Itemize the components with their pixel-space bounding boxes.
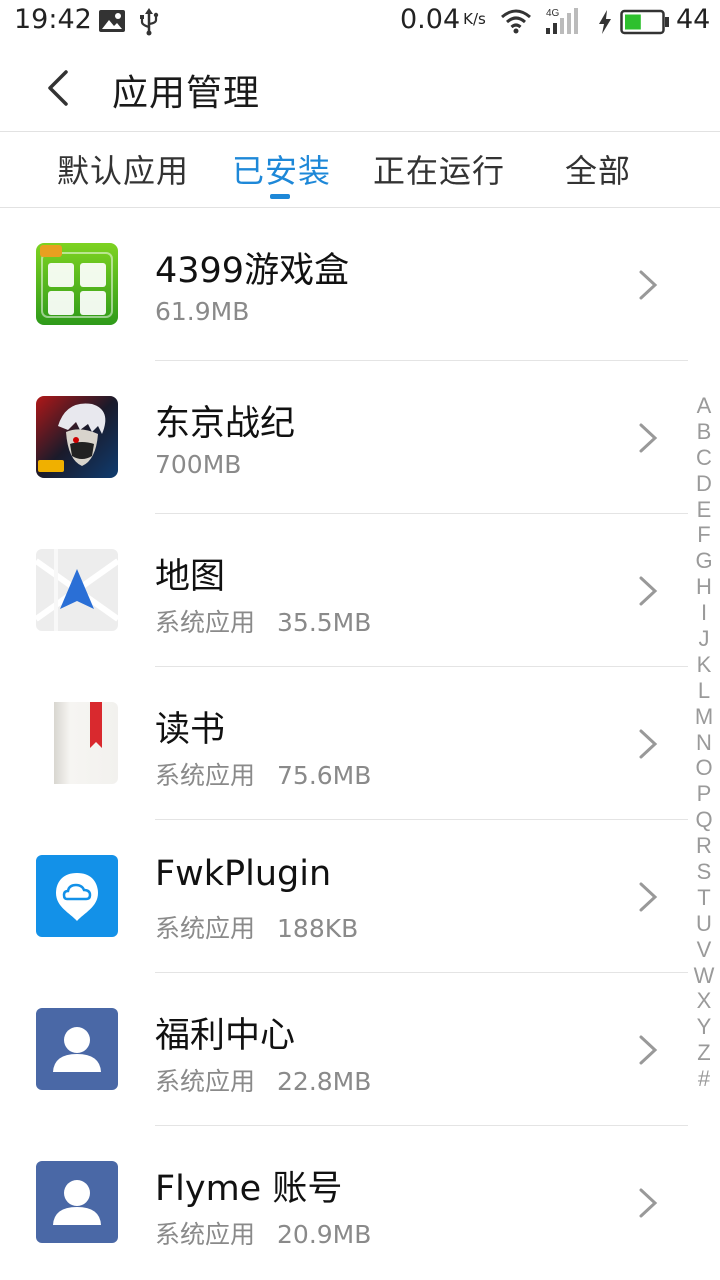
app-name: 地图 — [155, 557, 226, 597]
index-letter[interactable]: L — [690, 678, 718, 704]
app-name: 福利中心 — [155, 1016, 296, 1056]
app-name: 东京战纪 — [155, 404, 296, 444]
app-name: FwkPlugin — [155, 854, 332, 894]
index-letter[interactable]: N — [690, 730, 718, 756]
index-letter[interactable]: V — [690, 937, 718, 963]
tab-default-apps[interactable]: 默认应用 — [57, 146, 189, 192]
index-letter[interactable]: E — [690, 497, 718, 523]
index-letter[interactable]: J — [690, 626, 718, 652]
4399-game-box-icon — [36, 243, 118, 325]
index-letter[interactable]: P — [690, 781, 718, 807]
list-item[interactable]: FwkPlugin 系统应用 188KB — [0, 820, 690, 973]
list-item[interactable]: 4399游戏盒 61.9MB — [0, 208, 690, 361]
image-icon — [98, 8, 126, 38]
user-avatar-icon — [36, 1008, 118, 1090]
index-letter[interactable]: D — [690, 471, 718, 497]
tab-all[interactable]: 全部 — [565, 146, 631, 192]
list-item[interactable]: 东京战纪 700MB — [0, 361, 690, 514]
index-letter[interactable]: K — [690, 652, 718, 678]
list-item[interactable]: 读书 系统应用 75.6MB — [0, 667, 690, 820]
app-details: 系统应用 35.5MB — [155, 608, 372, 637]
status-bar: 19:42 0.04 K/s 4G 44 — [0, 0, 720, 44]
signal-label: 4G — [546, 8, 560, 19]
chevron-right-icon — [639, 423, 658, 453]
list-item[interactable]: 地图 系统应用 35.5MB — [0, 514, 690, 667]
network-speed: 0.04 K/s — [400, 4, 486, 35]
index-letter[interactable]: Q — [690, 807, 718, 833]
app-details: 700MB — [155, 450, 242, 479]
usb-icon — [138, 8, 160, 40]
index-letter[interactable]: B — [690, 419, 718, 445]
app-details: 61.9MB — [155, 297, 250, 326]
index-letter[interactable]: # — [690, 1066, 718, 1092]
book-bookmark-icon — [36, 702, 118, 784]
index-letter[interactable]: F — [690, 522, 718, 548]
index-letter[interactable]: T — [690, 885, 718, 911]
tab-bar: 默认应用 已安装 正在运行 全部 — [0, 132, 720, 208]
index-letter[interactable]: H — [690, 574, 718, 600]
index-letter[interactable]: G — [690, 548, 718, 574]
app-name: 4399游戏盒 — [155, 251, 350, 291]
index-letter[interactable]: R — [690, 833, 718, 859]
charging-icon — [598, 10, 612, 38]
tab-installed[interactable]: 已安装 — [232, 146, 331, 192]
map-navigation-icon — [36, 549, 118, 631]
chevron-right-icon — [639, 576, 658, 606]
chevron-right-icon — [639, 729, 658, 759]
wifi-icon — [500, 8, 532, 38]
list-item[interactable]: 福利中心 系统应用 22.8MB — [0, 973, 690, 1126]
index-letter[interactable]: Y — [690, 1014, 718, 1040]
tab-running[interactable]: 正在运行 — [373, 146, 505, 192]
status-time: 19:42 — [14, 4, 92, 35]
app-details: 系统应用 188KB — [155, 914, 359, 943]
battery-level: 44 — [676, 4, 711, 35]
list-item[interactable]: Flyme 账号 系统应用 20.9MB — [0, 1126, 690, 1279]
active-tab-indicator — [270, 194, 290, 199]
app-details: 系统应用 22.8MB — [155, 1067, 372, 1096]
index-letter[interactable]: M — [690, 704, 718, 730]
index-letter[interactable]: C — [690, 445, 718, 471]
chevron-right-icon — [639, 1035, 658, 1065]
index-letter[interactable]: A — [690, 393, 718, 419]
tokyo-ghoul-game-icon — [36, 396, 118, 478]
cloud-location-icon — [36, 855, 118, 937]
page-title: 应用管理 — [112, 73, 261, 114]
battery-icon — [620, 9, 670, 39]
index-letter[interactable]: X — [690, 988, 718, 1014]
index-letter[interactable]: S — [690, 859, 718, 885]
app-details: 系统应用 75.6MB — [155, 761, 372, 790]
app-name: 读书 — [155, 710, 226, 750]
app-bar: 应用管理 — [0, 44, 720, 132]
user-avatar-icon — [36, 1161, 118, 1243]
chevron-right-icon — [639, 882, 658, 912]
index-letter[interactable]: W — [690, 963, 718, 989]
index-letter[interactable]: O — [690, 755, 718, 781]
chevron-left-icon — [48, 70, 68, 106]
alphabet-index[interactable]: A B C D E F G H I J K L M N O P Q R S T … — [690, 393, 718, 1092]
chevron-right-icon — [639, 270, 658, 300]
chevron-right-icon — [639, 1188, 658, 1218]
index-letter[interactable]: Z — [690, 1040, 718, 1066]
app-name: Flyme 账号 — [155, 1169, 343, 1209]
index-letter[interactable]: U — [690, 911, 718, 937]
cellular-signal-icon: 4G — [544, 6, 586, 40]
index-letter[interactable]: I — [690, 600, 718, 626]
app-details: 系统应用 20.9MB — [155, 1220, 372, 1249]
back-button[interactable] — [38, 66, 82, 110]
